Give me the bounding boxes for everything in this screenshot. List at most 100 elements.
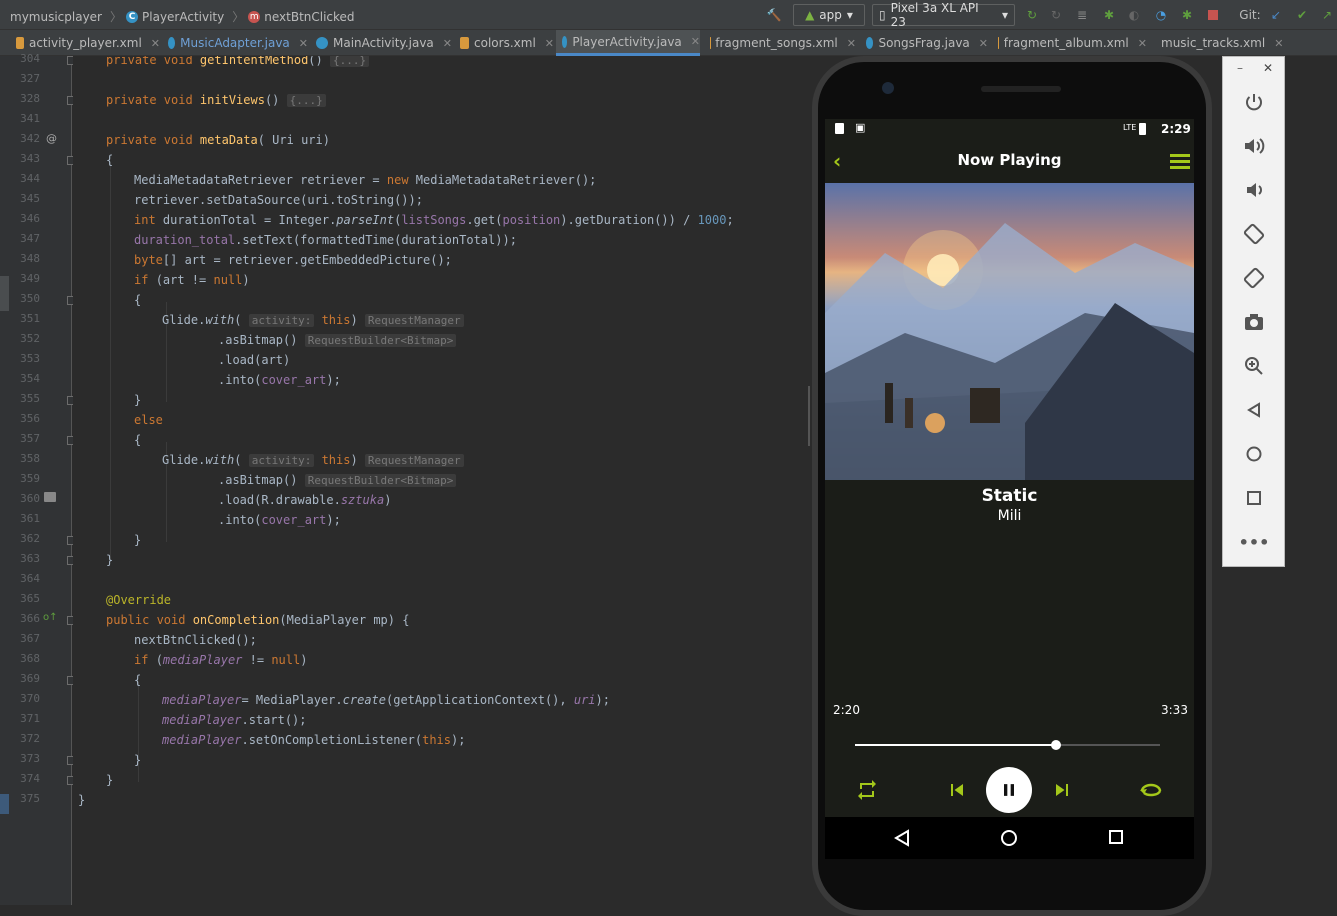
code-line: { — [134, 670, 141, 690]
breadcrumb-project[interactable]: mymusicplayer — [10, 10, 102, 24]
close-icon[interactable]: ✕ — [1138, 37, 1147, 50]
code-line: .asBitmap() RequestBuilder<Bitmap> — [218, 470, 456, 490]
pause-icon — [999, 780, 1019, 800]
rotate-right-icon[interactable] — [1241, 265, 1267, 291]
tab-player-activity[interactable]: PlayerActivity.java✕ — [556, 30, 700, 56]
navigation-bar: mymusicplayer〉 CPlayerActivity〉 mnextBtn… — [0, 0, 1337, 30]
more-icon[interactable]: ••• — [1241, 529, 1267, 555]
chevron-down-icon: ▾ — [1002, 8, 1008, 22]
previous-icon[interactable] — [945, 778, 969, 802]
profiler-icon[interactable]: ◔ — [1151, 4, 1171, 26]
coverage-icon[interactable]: ≣ — [1072, 4, 1092, 26]
back-nav-icon[interactable] — [893, 829, 911, 847]
tab-label: SongsFrag.java — [878, 36, 969, 50]
device-icon: ▯ — [879, 8, 886, 22]
image-gutter-icon[interactable] — [44, 492, 56, 502]
git-commit-icon[interactable]: ✔ — [1292, 4, 1312, 26]
seek-bar[interactable] — [855, 744, 1160, 746]
volume-up-icon[interactable] — [1241, 133, 1267, 159]
power-icon[interactable] — [1241, 89, 1267, 115]
attach-debugger-icon[interactable]: ✱ — [1177, 4, 1197, 26]
code-line: mediaPlayer= MediaPlayer.create(getAppli… — [162, 690, 610, 710]
zoom-icon[interactable] — [1241, 353, 1267, 379]
run-config-select[interactable]: ▲app▾ — [793, 4, 865, 26]
code-line: { — [134, 290, 141, 310]
close-icon[interactable]: ✕ — [979, 37, 988, 50]
tab-music-adapter[interactable]: MusicAdapter.java✕ — [162, 30, 308, 56]
minimize-icon[interactable]: – — [1237, 61, 1243, 75]
tab-fragment-songs[interactable]: fragment_songs.xml✕ — [704, 30, 856, 56]
line-number: 359 — [12, 472, 40, 485]
close-icon[interactable]: ✕ — [545, 37, 554, 50]
build-icon[interactable]: 🔨 — [764, 4, 784, 26]
tab-fragment-album[interactable]: fragment_album.xml✕ — [992, 30, 1147, 56]
close-icon[interactable]: ✕ — [1274, 37, 1283, 50]
overview-icon[interactable] — [1241, 485, 1267, 511]
java-file-icon — [866, 37, 873, 49]
repeat-icon[interactable] — [1138, 778, 1164, 802]
java-file-icon — [562, 36, 567, 48]
tab-music-tracks[interactable]: music_tracks.xml✕ — [1150, 30, 1280, 56]
breadcrumb-method[interactable]: nextBtnClicked — [264, 10, 354, 24]
apply-changes-icon[interactable]: ↻ — [1022, 4, 1042, 26]
git-push-icon[interactable]: ↗ — [1318, 4, 1336, 26]
override-marker-icon[interactable]: @ — [46, 132, 57, 145]
seek-bar-thumb[interactable] — [1051, 740, 1061, 750]
code-line: } — [134, 530, 141, 550]
play-pause-button[interactable] — [986, 767, 1032, 813]
close-icon[interactable]: ✕ — [443, 37, 452, 50]
code-line: if (art != null) — [134, 270, 250, 290]
close-icon[interactable]: ✕ — [299, 37, 308, 50]
rotate-left-icon[interactable] — [1241, 221, 1267, 247]
stop-icon[interactable] — [1203, 4, 1223, 26]
android-nav-bar — [825, 817, 1194, 859]
line-number: 346 — [12, 212, 40, 225]
menu-icon[interactable] — [1170, 154, 1190, 169]
debug-icon[interactable]: ✱ — [1099, 4, 1119, 26]
git-update-icon[interactable]: ↙ — [1266, 4, 1286, 26]
home-icon[interactable] — [1241, 441, 1267, 467]
song-artist: Mili — [825, 508, 1194, 524]
line-number: 353 — [12, 352, 40, 365]
line-number: 362 — [12, 532, 40, 545]
code-line: private void getIntentMethod() {...} — [106, 56, 369, 70]
apply-code-changes-icon[interactable]: ↻ — [1046, 4, 1066, 26]
line-number: 350 — [12, 292, 40, 305]
code-editor[interactable]: private void getIntentMethod() {...} pri… — [73, 56, 808, 905]
tab-main-activity[interactable]: MainActivity.java✕ — [310, 30, 452, 56]
close-icon[interactable]: ✕ — [1263, 61, 1273, 75]
next-icon[interactable] — [1050, 778, 1074, 802]
volume-down-icon[interactable] — [1241, 177, 1267, 203]
line-number: 355 — [12, 392, 40, 405]
speaker-grille — [981, 86, 1061, 92]
close-icon[interactable]: ✕ — [691, 35, 700, 48]
line-number: 361 — [12, 512, 40, 525]
git-label: Git: — [1238, 4, 1262, 26]
code-line: mediaPlayer.start(); — [162, 710, 307, 730]
home-nav-icon[interactable] — [1000, 829, 1018, 847]
profile-icon[interactable]: ◐ — [1124, 4, 1144, 26]
code-line: } — [134, 750, 141, 770]
breadcrumb-class[interactable]: PlayerActivity — [142, 10, 224, 24]
line-number: 372 — [12, 732, 40, 745]
device-select[interactable]: ▯Pixel 3a XL API 23▾ — [872, 4, 1015, 26]
back-icon[interactable] — [1241, 397, 1267, 423]
tab-colors[interactable]: colors.xml✕ — [454, 30, 554, 56]
recents-nav-icon[interactable] — [1108, 829, 1124, 845]
code-line: if (mediaPlayer != null) — [134, 650, 307, 670]
line-number: 363 — [12, 552, 40, 565]
splitter[interactable] — [808, 386, 810, 446]
camera-icon[interactable] — [1241, 309, 1267, 335]
line-number: 374 — [12, 772, 40, 785]
album-art — [825, 183, 1194, 480]
side-panel-stripe — [0, 794, 9, 814]
phone-screen: ▣ LTE 2:29 ‹ Now Playing Static Mili 2:2… — [825, 119, 1194, 817]
line-number: 369 — [12, 672, 40, 685]
code-line: { — [134, 430, 141, 450]
implements-marker-icon[interactable]: o↑ — [43, 612, 58, 623]
shuffle-icon[interactable] — [855, 778, 879, 802]
tab-songs-frag[interactable]: SongsFrag.java ✕ — [860, 30, 988, 56]
close-icon[interactable]: ✕ — [151, 37, 160, 50]
duration-played: 2:20 — [833, 703, 860, 717]
close-icon[interactable]: ✕ — [847, 37, 856, 50]
